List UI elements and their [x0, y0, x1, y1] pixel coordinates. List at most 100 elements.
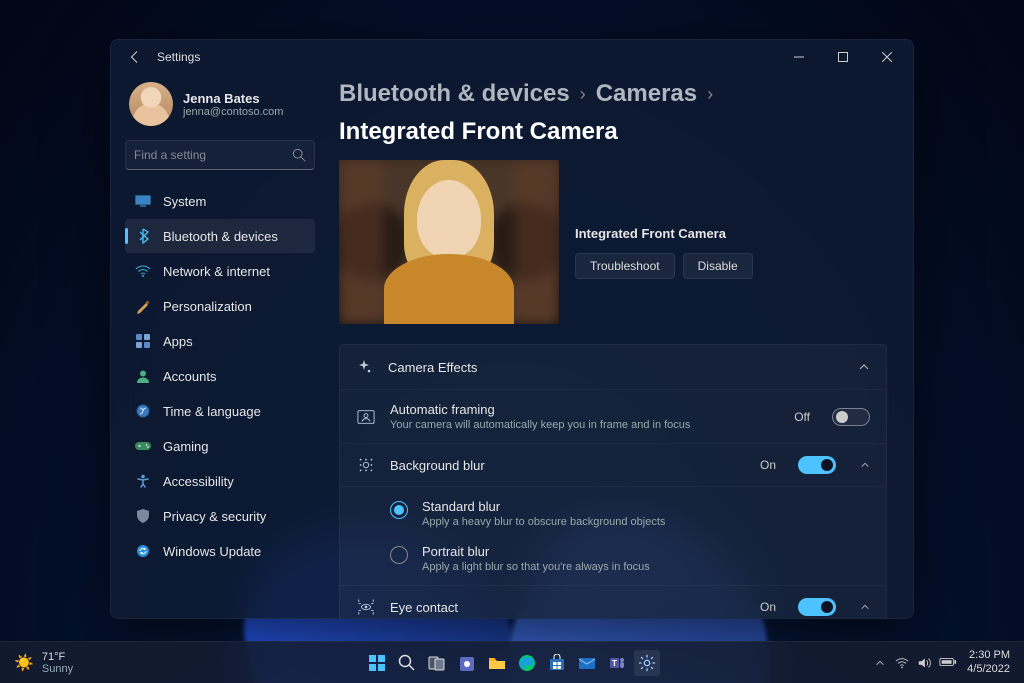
user-profile[interactable]: Jenna Bates jenna@contoso.com: [125, 74, 315, 140]
nav-list: System Bluetooth & devices Network & inter…: [125, 184, 315, 568]
auto-framing-desc: Your camera will automatically keep you …: [390, 419, 780, 431]
file-explorer-icon[interactable]: [484, 650, 510, 676]
breadcrumb-level1[interactable]: Bluetooth & devices: [339, 80, 570, 108]
bluetooth-icon: [135, 228, 151, 244]
radio-option[interactable]: Portrait blur Apply a light blur so that…: [340, 536, 886, 581]
search-box[interactable]: [125, 140, 315, 170]
start-button[interactable]: [364, 650, 390, 676]
sun-icon: ☀️: [14, 653, 34, 673]
accounts-icon: [135, 368, 151, 384]
close-button[interactable]: [865, 42, 909, 72]
radio-button[interactable]: [390, 546, 408, 564]
nav-label: Accessibility: [163, 474, 234, 489]
option-title: Standard blur: [422, 499, 665, 514]
nav-item-time[interactable]: Time & language: [125, 394, 315, 428]
sidebar: Jenna Bates jenna@contoso.com System Blue…: [111, 74, 323, 618]
bg-blur-setting: Background blur On: [340, 443, 886, 486]
blur-icon: [356, 456, 376, 474]
nav-item-wifi[interactable]: Network & internet: [125, 254, 315, 288]
camera-name: Integrated Front Camera: [575, 226, 753, 241]
nav-item-apps[interactable]: Apps: [125, 324, 315, 358]
bg-blur-options: Standard blur Apply a heavy blur to obsc…: [340, 486, 886, 585]
eye-contact-title: Eye contact: [390, 600, 746, 615]
weather-temp: 71°F: [42, 651, 73, 663]
wifi-icon[interactable]: [895, 656, 909, 670]
nav-item-gaming[interactable]: Gaming: [125, 429, 315, 463]
store-icon[interactable]: [544, 650, 570, 676]
mail-icon[interactable]: [574, 650, 600, 676]
troubleshoot-button[interactable]: Troubleshoot: [575, 253, 675, 279]
nav-label: Gaming: [163, 439, 209, 454]
search-button[interactable]: [394, 650, 420, 676]
main-content: Bluetooth & devices › Cameras › Integrat…: [323, 74, 913, 618]
nav-item-accounts[interactable]: Accounts: [125, 359, 315, 393]
breadcrumb-level3: Integrated Front Camera: [339, 118, 618, 146]
privacy-icon: [135, 508, 151, 524]
avatar: [129, 82, 173, 126]
battery-icon[interactable]: [939, 656, 957, 670]
disable-button[interactable]: Disable: [683, 253, 753, 279]
nav-item-update[interactable]: Windows Update: [125, 534, 315, 568]
camera-effects-expander[interactable]: Camera Effects: [340, 345, 886, 389]
clock[interactable]: 2:30 PM 4/5/2022: [967, 649, 1010, 675]
radio-button[interactable]: [390, 501, 408, 519]
nav-label: Privacy & security: [163, 509, 266, 524]
nav-item-bluetooth[interactable]: Bluetooth & devices: [125, 219, 315, 253]
weather-widget[interactable]: ☀️ 71°F Sunny: [0, 651, 73, 675]
nav-item-personalization[interactable]: Personalization: [125, 289, 315, 323]
maximize-button[interactable]: [821, 42, 865, 72]
nav-item-system[interactable]: System: [125, 184, 315, 218]
taskbar: ☀️ 71°F Sunny T 2:30 PM 4/5/2022: [0, 641, 1024, 683]
sparkle-icon: [356, 359, 374, 375]
nav-label: System: [163, 194, 206, 209]
chevron-right-icon: ›: [580, 84, 586, 105]
auto-framing-toggle[interactable]: [832, 408, 870, 426]
option-title: Portrait blur: [422, 544, 650, 559]
nav-label: Apps: [163, 334, 193, 349]
task-view-button[interactable]: [424, 650, 450, 676]
camera-effects-label: Camera Effects: [388, 360, 844, 375]
taskbar-apps: T: [364, 650, 660, 676]
eye-contact-toggle[interactable]: [798, 598, 836, 616]
nav-label: Network & internet: [163, 264, 270, 279]
chevron-up-icon[interactable]: [860, 460, 870, 470]
search-input[interactable]: [134, 148, 292, 162]
option-desc: Apply a light blur so that you're always…: [422, 561, 650, 573]
titlebar: Settings: [111, 40, 913, 74]
window-title: Settings: [157, 50, 200, 64]
chat-icon[interactable]: [454, 650, 480, 676]
volume-icon[interactable]: [917, 656, 931, 670]
chevron-up-icon: [858, 361, 870, 373]
nav-item-accessibility[interactable]: Accessibility: [125, 464, 315, 498]
nav-item-privacy[interactable]: Privacy & security: [125, 499, 315, 533]
eye-contact-setting: Eye contact On: [340, 585, 886, 618]
teams-icon[interactable]: T: [604, 650, 630, 676]
user-email: jenna@contoso.com: [183, 106, 283, 118]
personalization-icon: [135, 298, 151, 314]
settings-window: Settings Jenna Bates jenna@contoso.com S…: [110, 39, 914, 619]
nav-label: Windows Update: [163, 544, 261, 559]
nav-label: Personalization: [163, 299, 252, 314]
apps-icon: [135, 333, 151, 349]
svg-text:T: T: [612, 659, 617, 668]
settings-icon[interactable]: [634, 650, 660, 676]
breadcrumb: Bluetooth & devices › Cameras › Integrat…: [339, 80, 887, 146]
breadcrumb-level2[interactable]: Cameras: [596, 80, 697, 108]
back-button[interactable]: [121, 43, 149, 71]
weather-cond: Sunny: [42, 663, 73, 675]
time-icon: [135, 403, 151, 419]
system-icon: [135, 193, 151, 209]
chevron-up-icon[interactable]: [860, 602, 870, 612]
chevron-right-icon: ›: [707, 84, 713, 105]
gaming-icon: [135, 438, 151, 454]
update-icon: [135, 543, 151, 559]
bg-blur-toggle[interactable]: [798, 456, 836, 474]
auto-framing-setting: Automatic framing Your camera will autom…: [340, 389, 886, 443]
edge-icon[interactable]: [514, 650, 540, 676]
bg-blur-state: On: [760, 458, 776, 472]
tray-chevron-icon[interactable]: [875, 658, 885, 668]
date: 4/5/2022: [967, 663, 1010, 676]
radio-option[interactable]: Standard blur Apply a heavy blur to obsc…: [340, 491, 886, 536]
minimize-button[interactable]: [777, 42, 821, 72]
auto-framing-state: Off: [794, 410, 810, 424]
